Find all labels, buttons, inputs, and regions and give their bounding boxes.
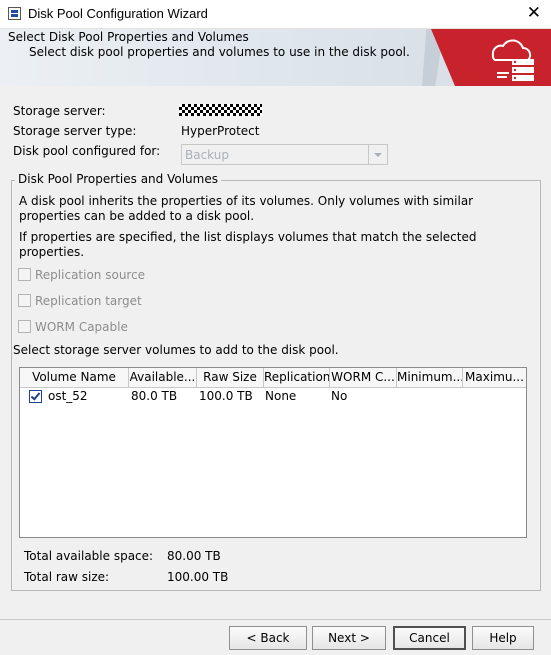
group-description: A disk pool inherits the properties of i… xyxy=(19,194,474,223)
volumes-prompt: Select storage server volumes to add to … xyxy=(13,343,339,357)
app-icon xyxy=(8,7,21,20)
replication-source-checkbox[interactable]: Replication source xyxy=(18,268,145,282)
row-select-checkbox[interactable] xyxy=(29,390,42,403)
chevron-down-icon[interactable] xyxy=(368,145,387,164)
total-available-label: Total available space: xyxy=(24,549,154,563)
total-available-value: 80.00 TB xyxy=(167,549,221,563)
title-bar: Disk Pool Configuration Wizard ✕ xyxy=(0,0,551,29)
col-available[interactable]: Available... xyxy=(129,368,197,387)
cell-volume-name: ost_52 xyxy=(48,389,88,403)
col-minimum[interactable]: Minimum... xyxy=(397,368,463,387)
cell-replication: None xyxy=(265,389,297,403)
wizard-banner: Select Disk Pool Properties and Volumes … xyxy=(0,29,551,86)
col-volume-name[interactable]: Volume Name xyxy=(20,368,129,387)
checkbox-box[interactable] xyxy=(18,320,31,333)
cell-available: 80.0 TB xyxy=(131,389,178,403)
checkbox-box[interactable] xyxy=(18,294,31,307)
configured-for-value: Backup xyxy=(185,148,229,162)
configured-for-label: Disk pool configured for: xyxy=(13,144,161,158)
worm-capable-checkbox[interactable]: WORM Capable xyxy=(18,320,128,334)
storage-server-value-redacted xyxy=(179,104,262,116)
banner-logo-area xyxy=(431,29,551,86)
banner-subheading: Select disk pool properties and volumes … xyxy=(29,45,410,59)
cell-worm: No xyxy=(331,389,348,403)
storage-server-label: Storage server: xyxy=(13,104,106,118)
checkbox-box[interactable] xyxy=(18,268,31,281)
storage-server-type-label: Storage server type: xyxy=(13,124,137,138)
help-button[interactable]: Help xyxy=(472,626,534,650)
group-description-filter: If properties are specified, the list di… xyxy=(19,230,477,259)
cloud-server-icon xyxy=(491,39,534,81)
total-raw-label: Total raw size: xyxy=(24,570,110,584)
configured-for-select[interactable]: Backup xyxy=(181,144,388,165)
col-maximum[interactable]: Maximu... xyxy=(463,368,526,387)
replication-target-label: Replication target xyxy=(35,294,142,308)
col-raw-size[interactable]: Raw Size xyxy=(197,368,264,387)
volumes-table[interactable]: Volume Name Available... Raw Size Replic… xyxy=(19,367,527,538)
group-title: Disk Pool Properties and Volumes xyxy=(15,172,221,186)
back-button[interactable]: < Back xyxy=(229,626,307,650)
button-bar-separator xyxy=(0,619,551,620)
total-raw-value: 100.00 TB xyxy=(167,570,229,584)
close-icon[interactable]: ✕ xyxy=(527,3,541,23)
cell-raw-size: 100.0 TB xyxy=(199,389,253,403)
storage-server-type-value: HyperProtect xyxy=(181,124,260,138)
col-worm[interactable]: WORM C... xyxy=(330,368,397,387)
banner-heading: Select Disk Pool Properties and Volumes xyxy=(8,30,249,44)
table-header: Volume Name Available... Raw Size Replic… xyxy=(20,368,526,388)
col-replication[interactable]: Replication xyxy=(264,368,330,387)
replication-target-checkbox[interactable]: Replication target xyxy=(18,294,142,308)
window-title: Disk Pool Configuration Wizard xyxy=(28,6,208,21)
worm-capable-label: WORM Capable xyxy=(35,320,128,334)
next-button[interactable]: Next > xyxy=(312,626,386,650)
cancel-button[interactable]: Cancel xyxy=(393,626,466,650)
replication-source-label: Replication source xyxy=(35,268,146,282)
